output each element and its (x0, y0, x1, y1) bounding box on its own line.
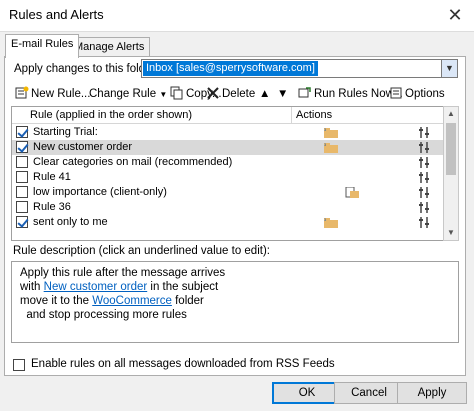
ok-button[interactable]: OK (272, 382, 342, 404)
description-text: folder (171, 295, 204, 307)
folder-value: Inbox [sales@sperrysoftware.com] (143, 61, 318, 76)
tab-manage-alerts[interactable]: Manage Alerts (68, 37, 151, 57)
description-line-4: and stop processing more rules (20, 309, 187, 321)
rule-checkbox[interactable] (16, 216, 28, 228)
list-header: Rule (applied in the order shown) Action… (12, 107, 447, 124)
rule-label: Starting Trial: (33, 126, 98, 138)
rule-settings-icon (419, 202, 429, 213)
rule-checkbox[interactable] (16, 126, 28, 138)
run-rules-icon (298, 87, 311, 98)
new-rule-icon (15, 86, 29, 99)
change-rule-button[interactable]: Change Rule ▼ (89, 84, 167, 104)
rules-toolbar: New Rule... Change Rule ▼ Copy... Delete… (11, 84, 461, 104)
description-text: with (20, 281, 44, 293)
cancel-button[interactable]: Cancel (334, 382, 404, 404)
rule-description-box: Apply this rule after the message arrive… (11, 261, 459, 343)
folder-label: Apply changes to this folder: (14, 63, 159, 75)
move-down-icon[interactable]: ▼ (277, 84, 288, 104)
folder-select[interactable]: Inbox [sales@sperrysoftware.com] ▼ (141, 59, 458, 78)
description-text: move it to the (20, 295, 93, 307)
email-rules-pane: Apply changes to this folder: Inbox [sal… (4, 56, 466, 376)
options-icon (390, 87, 402, 99)
rule-checkbox[interactable] (16, 156, 28, 168)
rules-list-scrollbar[interactable]: ▲ ▼ (443, 106, 459, 241)
new-rule-button[interactable]: New Rule... (15, 84, 90, 104)
move-up-icon[interactable]: ▲ (259, 84, 270, 104)
rule-row-new-customer-order[interactable]: New customer order 3 (12, 140, 447, 155)
run-rules-now-button[interactable]: Run Rules Now... (298, 84, 403, 104)
rule-settings-icon (419, 217, 429, 228)
rule-settings-icon (419, 157, 429, 168)
rule-label: sent only to me (33, 216, 108, 228)
rule-row-rule-41[interactable]: Rule 41 (12, 170, 447, 185)
chevron-down-icon: ▼ (159, 90, 168, 99)
copy-icon (170, 86, 183, 100)
rule-row-rule-36[interactable]: Rule 36 (12, 200, 447, 215)
rule-settings-icon (419, 187, 429, 198)
rule-settings-icon (419, 127, 429, 138)
title-bar: Rules and Alerts ✕ (0, 0, 474, 31)
move-to-folder-icon: 3 (324, 127, 338, 138)
options-button[interactable]: Options (389, 84, 445, 104)
scroll-down-icon[interactable]: ▼ (444, 226, 458, 240)
change-rule-label: Change Rule (89, 88, 157, 100)
options-label: Options (405, 88, 445, 100)
column-header-rule[interactable]: Rule (applied in the order shown) (30, 109, 192, 121)
rss-checkbox[interactable] (13, 359, 25, 371)
description-line-3: move it to the WooCommerce folder (20, 295, 204, 307)
rule-settings-icon (419, 142, 429, 153)
rule-label: New customer order (33, 141, 133, 153)
rule-label: Rule 41 (33, 171, 71, 183)
new-rule-label: New Rule... (31, 88, 91, 100)
chevron-down-icon[interactable]: ▼ (441, 60, 457, 77)
window-title: Rules and Alerts (9, 7, 104, 22)
dialog-body: E-mail Rules Manage Alerts Apply changes… (0, 31, 474, 411)
rule-label: low importance (client-only) (33, 186, 167, 198)
rules-list[interactable]: Rule (applied in the order shown) Action… (11, 106, 448, 241)
description-line-2: with New customer order in the subject (20, 281, 218, 293)
column-header-actions[interactable]: Actions (296, 109, 332, 121)
move-to-folder-icon: 3 (324, 142, 338, 153)
scrollbar-thumb[interactable] (446, 123, 456, 175)
rule-label: Clear categories on mail (recommended) (33, 156, 233, 168)
delete-label: Delete (222, 88, 256, 100)
rule-label: Rule 36 (33, 201, 71, 213)
rule-row-low-importance[interactable]: low importance (client-only) (12, 185, 447, 200)
rule-checkbox[interactable] (16, 171, 28, 183)
rss-label: Enable rules on all messages downloaded … (31, 358, 335, 370)
folder-value-link[interactable]: WooCommerce (92, 295, 172, 307)
close-icon[interactable]: ✕ (444, 4, 466, 26)
rule-checkbox[interactable] (16, 141, 28, 153)
tab-email-rules[interactable]: E-mail Rules (5, 34, 80, 58)
copy-to-folder-icon (345, 187, 359, 198)
rule-row-starting-trial[interactable]: Starting Trial: 3 (12, 125, 447, 140)
move-to-folder-icon: 3 (324, 217, 338, 228)
rule-settings-icon (419, 172, 429, 183)
rule-description-label: Rule description (click an underlined va… (13, 245, 270, 257)
rule-row-sent-only-to-me[interactable]: sent only to me 3 (12, 215, 447, 230)
description-line-1: Apply this rule after the message arrive… (20, 267, 226, 279)
rule-checkbox[interactable] (16, 186, 28, 198)
description-text: in the subject (147, 281, 219, 293)
apply-button[interactable]: Apply (397, 382, 467, 404)
scroll-up-icon[interactable]: ▲ (444, 107, 458, 121)
rule-checkbox[interactable] (16, 201, 28, 213)
column-divider[interactable] (291, 107, 292, 124)
subject-value-link[interactable]: New customer order (44, 281, 148, 293)
delete-button[interactable]: Delete (206, 84, 255, 104)
rule-row-clear-categories[interactable]: Clear categories on mail (recommended) (12, 155, 447, 170)
delete-icon (207, 87, 219, 99)
